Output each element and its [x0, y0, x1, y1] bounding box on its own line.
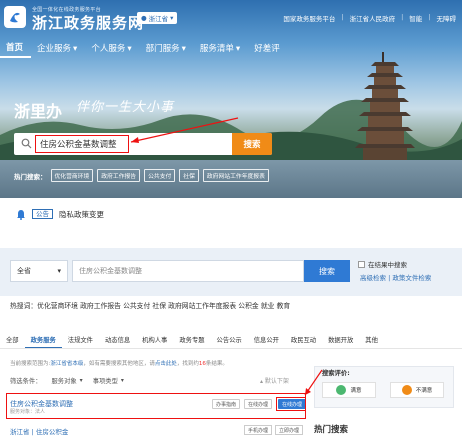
- chevron-down-icon: ▾: [235, 44, 241, 54]
- apply-now-button[interactable]: 立即办理: [275, 425, 304, 435]
- site-logo[interactable]: [4, 6, 26, 28]
- notice-text[interactable]: 隐私政策变更: [59, 209, 104, 220]
- nav-personal[interactable]: 个人服务 ▾: [85, 40, 139, 58]
- notice-tag: 公告: [32, 209, 53, 219]
- search-in-results[interactable]: 在结果中搜索: [358, 259, 407, 269]
- divider: |: [428, 13, 431, 21]
- chevron-down-icon: ▾: [181, 44, 186, 54]
- unsatisfied-button[interactable]: 不满意: [390, 382, 444, 398]
- top-link-provincial[interactable]: 浙江省人民政府: [350, 13, 396, 23]
- nav-evaluation[interactable]: 好差评: [248, 40, 288, 58]
- results-search-input[interactable]: 住房公积金基数调整: [72, 260, 304, 282]
- highlight-box-apply: [276, 397, 306, 411]
- hot-search-heading: 热门搜索: [314, 425, 349, 435]
- search-icon: [21, 138, 32, 149]
- filter-item-type[interactable]: 事项类型 ▾: [93, 376, 124, 385]
- chevron-down-icon: ▾: [127, 44, 132, 54]
- filter-service-object[interactable]: 服务对象 ▾: [51, 376, 82, 385]
- region-select[interactable]: 全省 ▾: [10, 260, 68, 282]
- main-nav: 首页 企业服务 ▾ 个人服务 ▾ 部门服务 ▾ 服务清单 ▾ 好差评: [0, 40, 462, 58]
- search-in-results-label: 在结果中搜索: [368, 261, 407, 269]
- search-in-results-checkbox[interactable]: [358, 260, 365, 268]
- tab-regulations[interactable]: 法规文件: [62, 333, 99, 348]
- bell-icon: [17, 209, 25, 220]
- filter-bar: 筛选条件： 服务对象 ▾ 事项类型 ▾: [10, 376, 124, 385]
- nav-service-list[interactable]: 服务清单 ▾: [194, 40, 248, 58]
- chevron-down-icon: ▾: [57, 267, 61, 275]
- result-scope-info: 当前搜索范围为:浙江省省本级，如有需要搜索其他地区，请点击此处，找到约16条结果…: [10, 361, 228, 367]
- smile-face-icon: [336, 385, 347, 395]
- location-pin-icon: ●: [141, 14, 147, 22]
- tab-disclosure[interactable]: 信息公开: [248, 333, 285, 348]
- hot-tag[interactable]: 政府工作报告: [97, 169, 141, 182]
- region-select-value: 全省: [17, 267, 31, 275]
- mobile-handle-button[interactable]: 手机办理: [244, 425, 273, 435]
- divider: |: [401, 13, 404, 21]
- search-evaluation-label: 搜索评价:: [322, 370, 350, 377]
- top-link-smart[interactable]: 智能: [409, 13, 422, 23]
- tab-other[interactable]: 其他: [359, 333, 384, 348]
- site-title[interactable]: 浙江政务服务网: [32, 12, 144, 33]
- result-item: 住房公积金基数调整 服务对象：法人 办事指南 在线办理 在线办理: [6, 393, 306, 419]
- result-tabs: 全部 政务服务 法规文件 动态信息 机构人事 政务专题 公告公示 信息公开 政民…: [0, 333, 462, 349]
- top-links: 国家政务服务平台 | 浙江省人民政府 | 智能 | 无障碍: [283, 13, 456, 23]
- slogan-left: 浙里办: [14, 102, 63, 121]
- zhejiang-logo-icon: [10, 12, 20, 23]
- results-search-button[interactable]: 搜索: [304, 260, 350, 282]
- tab-personnel[interactable]: 机构人事: [136, 333, 173, 348]
- chevron-down-icon: ▾: [79, 377, 83, 384]
- highlight-box-search: [35, 135, 129, 153]
- tab-open-data[interactable]: 数据开放: [322, 333, 359, 348]
- tab-announcements[interactable]: 公告公示: [211, 333, 248, 348]
- tab-interaction[interactable]: 政民互动: [285, 333, 322, 348]
- nav-home[interactable]: 首页: [0, 40, 32, 58]
- frown-face-icon: [401, 385, 412, 395]
- nav-department[interactable]: 部门服务 ▾: [140, 40, 194, 58]
- tab-all[interactable]: 全部: [0, 333, 25, 348]
- tab-gov-service[interactable]: 政务服务: [24, 333, 62, 348]
- advanced-search-links[interactable]: 高级检索 | 政策文件检索: [360, 272, 431, 282]
- portal-homepage: 全国一体化在线政务服务平台 浙江政务服务网 ● 浙江省 ▾ 国家政务服务平台 |…: [0, 0, 462, 225]
- chevron-down-icon: ▾: [73, 44, 78, 54]
- hot-words-line: 热搜词：优化营商环境 政府工作报告 公共支付 社保 政府网站工作年度报表 公积金…: [10, 302, 291, 310]
- chevron-down-icon: ▾: [120, 377, 124, 384]
- tab-news[interactable]: 动态信息: [99, 333, 136, 348]
- region-label: 浙江省: [148, 15, 169, 23]
- filter-label: 筛选条件：: [10, 378, 42, 385]
- nav-enterprise[interactable]: 企业服务 ▾: [31, 40, 85, 58]
- divider: |: [341, 13, 344, 21]
- switch-region-link[interactable]: 点击此处: [155, 361, 177, 367]
- chevron-down-icon: ▾: [170, 14, 174, 22]
- notice-bar: 公告 隐私政策变更: [0, 204, 462, 224]
- slogan-right: 伴你一生大小事: [76, 100, 175, 115]
- hero-search-button[interactable]: 搜索: [232, 133, 272, 155]
- search-results-page: 全省 ▾ 住房公积金基数调整 搜索 在结果中搜索 高级检索 | 政策文件检索 热…: [0, 248, 462, 447]
- hot-tag[interactable]: 公共支付: [144, 169, 176, 182]
- hot-tag[interactable]: 优化营商环境: [50, 169, 94, 182]
- top-link-national[interactable]: 国家政务服务平台: [283, 13, 335, 23]
- pagoda-illustration: [355, 52, 415, 160]
- hot-tag[interactable]: 政府网站工作年度报表: [202, 169, 269, 182]
- hot-tag[interactable]: 社保: [179, 169, 199, 182]
- satisfied-button[interactable]: 满意: [322, 382, 376, 398]
- tab-topics[interactable]: 政务专题: [173, 333, 210, 348]
- highlight-box-result: [6, 393, 306, 419]
- hot-search-label: 热门搜索：: [14, 172, 47, 181]
- sort-toggle[interactable]: ▴ 默认下架: [260, 376, 289, 385]
- top-link-accessibility[interactable]: 无障碍: [437, 13, 457, 23]
- hot-search-row: 热门搜索： 优化营商环境 政府工作报告 公共支付 社保 政府网站工作年度报表: [14, 169, 269, 182]
- region-selector[interactable]: ● 浙江省 ▾: [137, 12, 178, 24]
- result-item-secondary[interactable]: 浙江省 | 住房公积金: [10, 426, 68, 436]
